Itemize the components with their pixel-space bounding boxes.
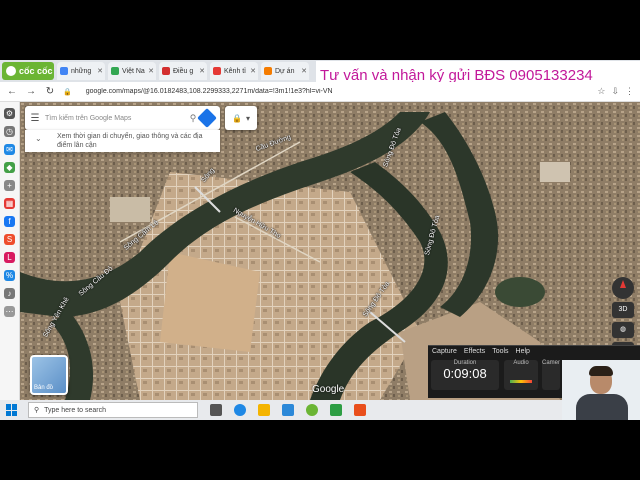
messenger-icon[interactable]: ✉ — [4, 144, 15, 155]
lock-icon: 🔒 — [232, 113, 242, 123]
desktop-screen: cốc cốc những ✕ Việt Na ✕ Điều g ✕ Kênh … — [0, 60, 640, 420]
address-bar: ← → ↻ 🔒 google.com/maps/@16.0182483,108.… — [0, 82, 640, 102]
forward-icon[interactable]: → — [24, 85, 38, 99]
tab-2[interactable]: Việt Na ✕ — [108, 62, 156, 80]
taskbar-search[interactable]: ⚲ Type here to search — [28, 402, 198, 418]
lock-icon[interactable]: 🔒 — [63, 88, 72, 96]
menu-capture[interactable]: Capture — [432, 348, 457, 355]
search-icon: ⚲ — [34, 407, 40, 414]
map-layer-toggle[interactable]: Bản đồ — [30, 355, 68, 395]
duration-value: 0:09:08 — [443, 366, 487, 381]
tab-4[interactable]: Kênh tỉ ✕ — [210, 62, 258, 80]
edge-icon[interactable] — [234, 404, 246, 416]
v-icon — [162, 67, 170, 75]
url-field[interactable]: google.com/maps/@16.0182483,108.2299333,… — [86, 88, 446, 95]
taskbar-search-input[interactable]: Type here to search — [44, 407, 106, 414]
3d-button[interactable]: 3D — [612, 302, 634, 318]
hamburger-icon[interactable]: ☰ — [25, 113, 45, 124]
close-icon[interactable]: ✕ — [97, 67, 105, 75]
map-account-button[interactable]: 🔒 ▾ — [225, 106, 257, 130]
windows-start-icon[interactable] — [6, 404, 18, 416]
s-icon — [264, 67, 272, 75]
more-icon[interactable]: ⋯ — [4, 306, 15, 317]
camera-panel[interactable]: Camer — [542, 360, 560, 390]
history-icon[interactable]: ◷ — [4, 126, 15, 137]
layer-label: Bản đồ — [34, 385, 54, 391]
menu-dots-icon[interactable]: ⋮ — [625, 86, 634, 97]
apps-icon[interactable]: ▦ — [4, 198, 15, 209]
google-icon — [60, 67, 68, 75]
compass-icon[interactable] — [612, 277, 634, 299]
tab-label: Việt Na — [122, 67, 145, 75]
task-view-icon[interactable] — [210, 404, 222, 416]
travel-hint-panel[interactable]: ⌄ Xem thời gian di chuyển, giao thông và… — [25, 130, 220, 152]
presenter-hair — [589, 366, 613, 376]
menu-tools[interactable]: Tools — [492, 348, 508, 355]
map-search-box[interactable]: ☰ Tìm kiếm trên Google Maps ⚲ — [25, 106, 220, 130]
tab-label: Điều g — [173, 67, 194, 75]
map-search-input[interactable]: Tìm kiếm trên Google Maps — [45, 115, 186, 122]
settings-icon[interactable]: ⚙ — [4, 108, 15, 119]
lazada-icon[interactable]: L — [4, 252, 15, 263]
camtasia-green-icon[interactable] — [330, 404, 342, 416]
audio-level-meter — [510, 380, 532, 383]
dropdown-icon: ▾ — [245, 113, 250, 123]
recorder-menu: Capture Effects Tools Help — [428, 346, 640, 357]
menu-effects[interactable]: Effects — [464, 348, 485, 355]
globe-view-icon[interactable]: ◍ — [612, 322, 634, 338]
facebook-icon[interactable]: f — [4, 216, 15, 227]
chevron-down-icon[interactable]: ⌄ — [35, 134, 42, 143]
directions-icon[interactable] — [197, 108, 217, 128]
letterbox-top — [0, 0, 640, 60]
coccoc-sidebar: ⚙ ◷ ✉ ◆ + ▦ f S L % ♪ ⋯ — [0, 102, 20, 400]
tab-3[interactable]: Điều g ✕ — [159, 62, 207, 80]
tab-1[interactable]: những ✕ — [57, 62, 105, 80]
close-icon[interactable]: ✕ — [148, 67, 156, 75]
file-explorer-icon[interactable] — [258, 404, 270, 416]
shopee-icon[interactable]: S — [4, 234, 15, 245]
audio-panel[interactable]: Audio — [504, 360, 538, 390]
back-icon[interactable]: ← — [5, 85, 19, 99]
tab-5[interactable]: Dự án ✕ — [261, 62, 309, 80]
add-icon[interactable]: + — [4, 180, 15, 191]
menu-help[interactable]: Help — [516, 348, 530, 355]
coccoc-icon[interactable] — [306, 404, 318, 416]
presenter-body — [576, 394, 628, 420]
download-icon[interactable]: ⇩ — [611, 86, 619, 97]
duration-panel: Duration 0:09:08 — [431, 360, 499, 390]
camtasia-icon[interactable] — [354, 404, 366, 416]
game-icon[interactable]: ◆ — [4, 162, 15, 173]
close-icon[interactable]: ✕ — [301, 67, 309, 75]
mail-icon[interactable] — [282, 404, 294, 416]
reload-icon[interactable]: ↻ — [43, 85, 57, 99]
close-icon[interactable]: ✕ — [250, 67, 258, 75]
coccoc-icon — [6, 66, 16, 76]
windows-taskbar: ⚲ Type here to search — [0, 400, 562, 420]
close-icon[interactable]: ✕ — [199, 67, 207, 75]
letterbox-bottom — [0, 420, 640, 480]
star-icon[interactable]: ☆ — [597, 86, 605, 97]
tab-label: những — [71, 67, 92, 75]
google-logo: Google — [312, 384, 345, 395]
bell-icon[interactable]: ♪ — [4, 288, 15, 299]
audio-label: Audio — [513, 360, 529, 366]
address-bar-tools: ☆ ⇩ ⋮ — [597, 86, 640, 97]
tab-label: Dự án — [275, 67, 295, 75]
browser-name: cốc cốc — [19, 66, 53, 76]
travel-hint-text: Xem thời gian di chuyển, giao thông và c… — [57, 133, 203, 149]
p-icon — [213, 67, 221, 75]
webcam-overlay — [562, 360, 640, 420]
globe-icon — [111, 67, 119, 75]
camera-label: Camer — [542, 360, 561, 366]
sale-icon[interactable]: % — [4, 270, 15, 281]
tab-label: Kênh tỉ — [224, 67, 246, 75]
coccoc-logo[interactable]: cốc cốc — [2, 62, 54, 80]
